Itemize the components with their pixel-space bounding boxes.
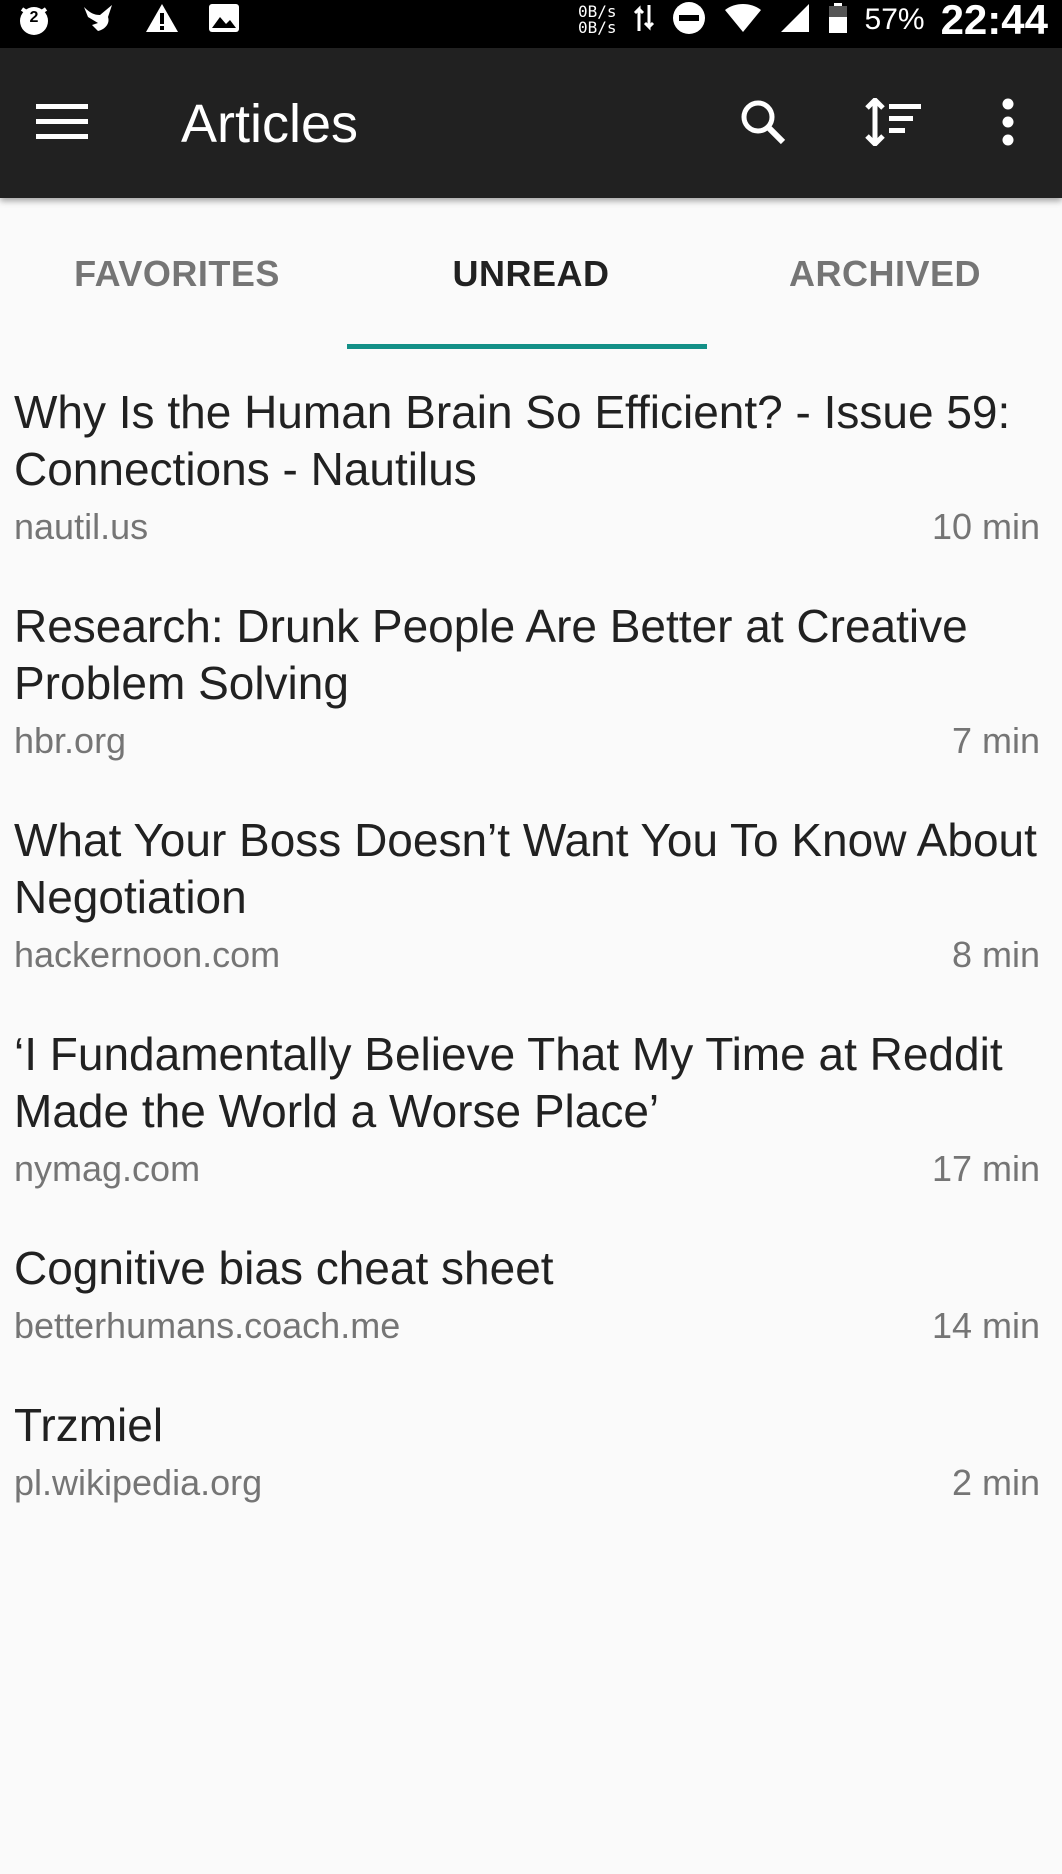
menu-icon	[36, 102, 88, 147]
clock: 22:44	[940, 0, 1048, 43]
data-transfer-icon	[633, 3, 655, 38]
tab-bar: FAVORITES UNREAD ARCHIVED	[0, 198, 1062, 350]
article-domain: pl.wikipedia.org	[14, 1462, 263, 1503]
network-speed: 0B/s 0B/s	[578, 2, 617, 37]
image-icon	[208, 3, 240, 38]
article-item[interactable]: Cognitive bias cheat sheet betterhumans.…	[0, 1194, 1062, 1351]
warning-icon	[144, 2, 180, 39]
notification-count: 2	[29, 9, 39, 26]
article-domain: nautil.us	[14, 506, 149, 547]
article-domain: nymag.com	[14, 1148, 201, 1189]
article-title: What Your Boss Doesn’t Want You To Know …	[14, 814, 1037, 923]
article-meta: hbr.org 7 min	[14, 716, 1040, 766]
article-title: Trzmiel	[14, 1399, 164, 1451]
battery-icon	[827, 2, 849, 39]
more-vert-icon	[1000, 98, 1016, 151]
more-options-button[interactable]	[976, 92, 1040, 156]
article-reading-time: 2 min	[951, 1462, 1040, 1503]
article-meta: betterhumans.coach.me 14 min	[14, 1301, 1040, 1351]
app-bar: Articles	[0, 48, 1062, 198]
article-item[interactable]: Trzmiel pl.wikipedia.org 2 min	[0, 1351, 1062, 1508]
article-list: Why Is the Human Brain So Efficient? - I…	[0, 350, 1062, 1508]
status-bar-notifications: 2	[14, 0, 240, 40]
cell-signal-icon	[779, 2, 811, 39]
article-item[interactable]: What Your Boss Doesn’t Want You To Know …	[0, 766, 1062, 980]
sort-button[interactable]	[862, 92, 926, 156]
article-reading-time: 14 min	[931, 1305, 1040, 1346]
page-title: Articles	[181, 94, 359, 154]
article-meta: nautil.us 10 min	[14, 502, 1040, 552]
wifi-icon	[723, 2, 763, 39]
article-meta: hackernoon.com 8 min	[14, 930, 1040, 980]
article-reading-time: 17 min	[931, 1148, 1040, 1189]
article-item[interactable]: ‘I Fundamentally Believe That My Time at…	[0, 980, 1062, 1194]
article-domain: hackernoon.com	[14, 934, 281, 975]
battery-percentage: 57%	[864, 3, 925, 36]
tab-archived[interactable]: ARCHIVED	[708, 198, 1062, 350]
search-icon	[739, 98, 787, 151]
article-title: Research: Drunk People Are Better at Cre…	[14, 600, 968, 709]
bird-icon	[82, 3, 116, 38]
do-not-disturb-icon	[671, 0, 707, 41]
search-button[interactable]	[731, 92, 795, 156]
tab-favorites[interactable]: FAVORITES	[0, 198, 354, 350]
article-title: ‘I Fundamentally Believe That My Time at…	[14, 1028, 1003, 1137]
article-meta: pl.wikipedia.org 2 min	[14, 1458, 1040, 1508]
article-item[interactable]: Research: Drunk People Are Better at Cre…	[0, 552, 1062, 766]
active-tab-indicator	[347, 344, 707, 349]
sort-icon	[865, 95, 923, 151]
article-item[interactable]: Why Is the Human Brain So Efficient? - I…	[0, 350, 1062, 552]
article-reading-time: 7 min	[951, 720, 1040, 761]
tab-unread[interactable]: UNREAD	[354, 198, 708, 350]
article-domain: hbr.org	[14, 720, 127, 761]
notification-badge-icon: 2	[14, 3, 54, 37]
status-bar: 2 0B/s 0B/s 57% 22:44	[0, 0, 1062, 48]
navigation-menu-button[interactable]	[30, 92, 94, 156]
status-bar-system: 0B/s 0B/s 57% 22:44	[578, 0, 1048, 43]
article-title: Why Is the Human Brain So Efficient? - I…	[14, 386, 1011, 495]
article-reading-time: 10 min	[931, 506, 1040, 547]
article-title: Cognitive bias cheat sheet	[14, 1242, 554, 1294]
article-domain: betterhumans.coach.me	[14, 1305, 401, 1346]
article-meta: nymag.com 17 min	[14, 1144, 1040, 1194]
article-reading-time: 8 min	[951, 934, 1040, 975]
